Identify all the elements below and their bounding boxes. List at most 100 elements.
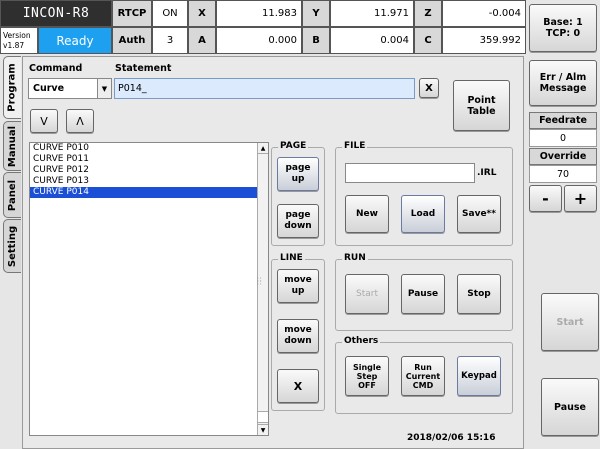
datetime-display: 2018/02/06 15:16 bbox=[407, 433, 496, 443]
scroll-down-icon[interactable]: ▼ bbox=[258, 424, 268, 435]
list-scrollbar[interactable]: ▲ ▼ bbox=[257, 143, 268, 435]
tab-setting[interactable]: Setting bbox=[3, 219, 21, 273]
tab-manual-label: Manual bbox=[7, 125, 18, 167]
axis-x-value: 11.983 bbox=[216, 0, 302, 27]
move-up-line1: move bbox=[284, 275, 312, 285]
filename-input[interactable] bbox=[345, 163, 475, 183]
run-pause-button[interactable]: Pause bbox=[401, 274, 445, 314]
point-table-button[interactable]: Point Table bbox=[453, 80, 510, 131]
auth-label: Auth bbox=[112, 27, 152, 54]
single-step-button[interactable]: Single Step OFF bbox=[345, 356, 389, 396]
new-file-button[interactable]: New bbox=[345, 195, 389, 233]
command-select[interactable]: Curve ▼ bbox=[28, 78, 112, 99]
feedrate-value: 0 bbox=[529, 129, 597, 147]
axis-a-label: A bbox=[188, 27, 216, 54]
load-file-button[interactable]: Load bbox=[401, 195, 445, 233]
delete-line-button[interactable]: X bbox=[277, 369, 319, 403]
line-group: LINE move up move down X bbox=[271, 253, 325, 411]
move-down-line1: move bbox=[284, 325, 312, 335]
side-start-button[interactable]: Start bbox=[541, 293, 599, 351]
others-group: Others Single Step OFF Run Current CMD K… bbox=[335, 336, 513, 414]
move-down-line2: down bbox=[284, 336, 312, 346]
list-item[interactable]: CURVE P013 bbox=[30, 176, 268, 187]
page-up-line2: up bbox=[291, 174, 305, 184]
axis-z-value: -0.004 bbox=[442, 0, 526, 27]
list-up-button[interactable]: Λ bbox=[66, 109, 94, 133]
scroll-thumb[interactable] bbox=[258, 411, 268, 423]
side-pause-button[interactable]: Pause bbox=[541, 378, 599, 436]
single-step-line3: OFF bbox=[358, 380, 376, 390]
feedrate-label: Feedrate bbox=[529, 112, 597, 129]
program-list[interactable]: CURVE P010 CURVE P011 CURVE P012 CURVE P013… bbox=[29, 142, 269, 436]
axis-c-value: 359.992 bbox=[442, 27, 526, 54]
err-alm-label: Err / Alm bbox=[539, 72, 587, 83]
tab-program-label: Program bbox=[7, 63, 19, 112]
command-value: Curve bbox=[33, 83, 65, 94]
run-group: RUN Start Pause Stop bbox=[335, 253, 513, 331]
line-group-title: LINE bbox=[278, 253, 305, 263]
axis-x-label: X bbox=[188, 0, 216, 27]
override-label: Override bbox=[529, 148, 597, 165]
app-title: INCON-R8 bbox=[0, 0, 112, 27]
resize-handle-icon: ∷ ∷ bbox=[257, 276, 262, 287]
chevron-down-icon[interactable]: ▼ bbox=[97, 79, 111, 98]
run-group-title: RUN bbox=[342, 253, 368, 263]
page-down-line1: page bbox=[285, 210, 311, 220]
axis-y-label: Y bbox=[302, 0, 330, 27]
axis-a-value: 0.000 bbox=[216, 27, 302, 54]
status-badge: Ready bbox=[38, 27, 112, 54]
run-start-button[interactable]: Start bbox=[345, 274, 389, 314]
page-group-title: PAGE bbox=[278, 141, 309, 151]
page-down-button[interactable]: page down bbox=[277, 204, 319, 238]
run-current-line2: Current bbox=[405, 371, 441, 381]
err-alm-message-button[interactable]: Err / Alm Message bbox=[529, 60, 597, 106]
override-plus-button[interactable]: + bbox=[564, 185, 597, 212]
base-tcp-button[interactable]: Base: 1 TCP: 0 bbox=[529, 4, 597, 52]
rtcp-label: RTCP bbox=[112, 0, 152, 27]
program-list-items: CURVE P010 CURVE P011 CURVE P012 CURVE P013… bbox=[30, 143, 268, 198]
page-up-button[interactable]: page up bbox=[277, 157, 319, 191]
program-panel: Command Statement Curve ▼ P014_ X Point … bbox=[22, 56, 524, 449]
move-down-button[interactable]: move down bbox=[277, 319, 319, 353]
tcp-label: TCP: 0 bbox=[545, 28, 581, 39]
auth-value: 3 bbox=[152, 27, 188, 54]
run-current-cmd-button[interactable]: Run Current CMD bbox=[401, 356, 445, 396]
save-file-button[interactable]: Save** bbox=[457, 195, 501, 233]
base-label: Base: 1 bbox=[543, 17, 583, 28]
list-item[interactable]: CURVE P012 bbox=[30, 165, 268, 176]
statement-input[interactable]: P014_ bbox=[114, 78, 415, 99]
move-up-line2: up bbox=[291, 286, 305, 296]
list-down-button[interactable]: V bbox=[30, 109, 58, 133]
file-group: FILE .IRL New Load Save** bbox=[335, 141, 513, 246]
run-current-line1: Run bbox=[414, 362, 432, 372]
run-current-line3: CMD bbox=[412, 380, 434, 390]
tab-manual[interactable]: Manual bbox=[3, 121, 21, 171]
axis-z-label: Z bbox=[414, 0, 442, 27]
statement-label: Statement bbox=[115, 63, 172, 74]
single-step-line1: Single bbox=[352, 362, 382, 372]
run-stop-button[interactable]: Stop bbox=[457, 274, 501, 314]
file-extension-label: .IRL bbox=[477, 168, 497, 178]
axis-b-label: B bbox=[302, 27, 330, 54]
command-label: Command bbox=[29, 63, 83, 74]
version-box: Version v1.87 bbox=[0, 27, 38, 54]
message-label: Message bbox=[539, 83, 587, 94]
move-up-button[interactable]: move up bbox=[277, 269, 319, 303]
page-down-line2: down bbox=[284, 221, 312, 231]
list-item[interactable]: CURVE P010 bbox=[30, 143, 268, 154]
axis-b-value: 0.004 bbox=[330, 27, 414, 54]
list-item[interactable]: CURVE P014 bbox=[30, 187, 268, 198]
clear-statement-button[interactable]: X bbox=[419, 78, 439, 98]
table-label: Table bbox=[467, 105, 496, 117]
version-label: Version bbox=[3, 30, 31, 40]
axis-y-value: 11.971 bbox=[330, 0, 414, 27]
point-label: Point bbox=[467, 94, 496, 106]
tab-panel[interactable]: Panel bbox=[3, 172, 21, 218]
tab-program[interactable]: Program bbox=[3, 56, 21, 119]
page-up-line1: page bbox=[285, 163, 311, 173]
keypad-button[interactable]: Keypad bbox=[457, 356, 501, 396]
file-group-title: FILE bbox=[342, 141, 368, 151]
list-item[interactable]: CURVE P011 bbox=[30, 154, 268, 165]
scroll-up-icon[interactable]: ▲ bbox=[258, 143, 268, 154]
override-minus-button[interactable]: - bbox=[529, 185, 562, 212]
